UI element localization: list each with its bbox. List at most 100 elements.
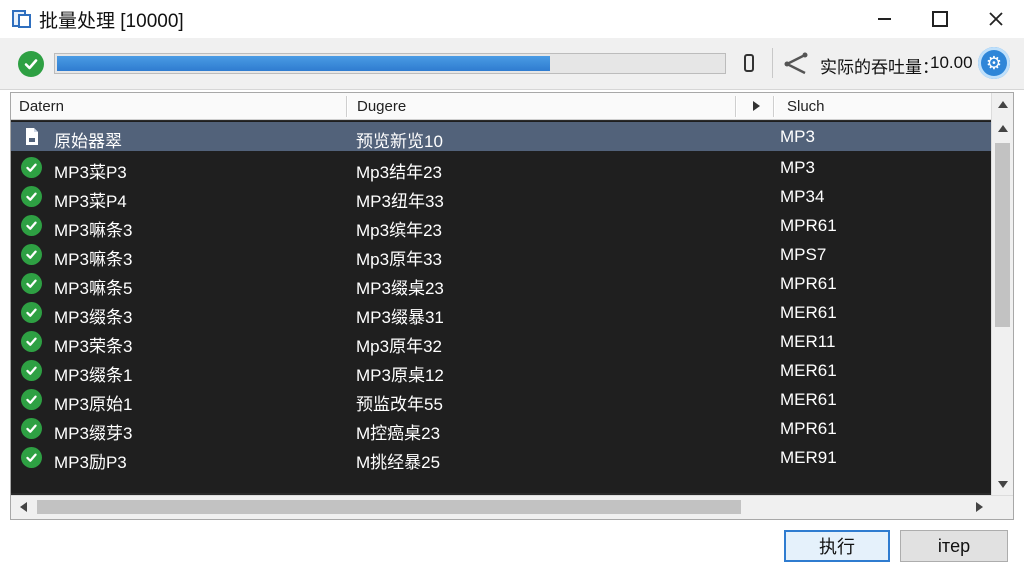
- device-icon[interactable]: [744, 54, 754, 72]
- list-row[interactable]: MP3原始1 预监改年55 MER61: [11, 385, 991, 414]
- minimize-button[interactable]: [855, 0, 913, 38]
- row-name: MP3嘛条3: [54, 250, 133, 269]
- check-icon: [21, 215, 42, 236]
- column-divider[interactable]: [773, 96, 775, 117]
- row-format: MP3: [780, 127, 815, 146]
- toolbar-divider: [772, 48, 773, 78]
- row-preview: M挑经暴25: [356, 453, 441, 472]
- app-icon: [12, 9, 32, 29]
- row-name: MP3荣条3: [54, 337, 133, 356]
- list-rows: 原始器翠 预览新览10 MP3 MP3菜P3 Mp3结年23 MP3 MP3菜P4 MP3纽年…: [11, 121, 991, 493]
- row-name: MP3嘛条3: [54, 221, 133, 240]
- horizontal-scroll-thumb[interactable]: [37, 500, 741, 514]
- row-preview: 预监改年55: [356, 395, 443, 414]
- column-header-1[interactable]: Datern: [11, 93, 346, 120]
- row-preview: Mp3结年23: [356, 163, 442, 182]
- check-icon: [21, 331, 42, 352]
- row-preview: Mp3原年33: [356, 250, 442, 269]
- check-icon: [21, 186, 42, 207]
- list-row[interactable]: MP3励P3 M挑经暴25 MER91: [11, 443, 991, 472]
- vertical-scrollbar[interactable]: [991, 93, 1013, 495]
- row-name: MP3菜P4: [54, 192, 127, 211]
- column-header-3[interactable]: Sluch: [779, 93, 991, 120]
- row-preview: Mp3缤年23: [356, 221, 442, 240]
- window-title: 批量处理 [10000]: [39, 10, 184, 32]
- row-preview: 预览新览10: [356, 132, 443, 151]
- progress-bar: [54, 53, 726, 74]
- check-icon: [21, 389, 42, 410]
- title-bar: 批量处理 [10000]: [0, 0, 1024, 38]
- row-name: MP3嘛条5: [54, 279, 133, 298]
- list-row[interactable]: MP3荣条3 Mp3原年32 MER11: [11, 327, 991, 356]
- file-list: Datern Dugere Sluch 原始器翠 预览新览10 MP3 MP3菜P3 M…: [10, 92, 1014, 520]
- row-format: MPR61: [780, 419, 837, 438]
- progress-fill: [57, 56, 550, 71]
- scroll-right-button[interactable]: [969, 498, 989, 516]
- column-divider[interactable]: [346, 96, 348, 117]
- row-name: 原始器翠: [54, 132, 122, 151]
- row-preview: MP3缀暴31: [356, 308, 444, 327]
- row-preview: Mp3原年32: [356, 337, 442, 356]
- row-name: MP3菜P3: [54, 163, 127, 182]
- row-preview: MP3缀桌23: [356, 279, 444, 298]
- row-preview: M控癌桌23: [356, 424, 441, 443]
- list-row[interactable]: MP3嘛条3 Mp3原年33 MPS7: [11, 240, 991, 269]
- throughput-label: 实际的吞吐量：: [820, 58, 939, 77]
- sort-arrow-icon[interactable]: [753, 101, 760, 111]
- list-row[interactable]: MP3缀条3 MP3缀暴31 MER61: [11, 298, 991, 327]
- row-name: MP3原始1: [54, 395, 133, 414]
- row-format: MER61: [780, 390, 837, 409]
- execute-button[interactable]: 执行: [784, 530, 890, 562]
- scroll-left-button[interactable]: [13, 498, 33, 516]
- document-icon: [21, 126, 42, 147]
- dialog-footer: 执行 iтep: [0, 520, 1024, 576]
- check-icon: [21, 244, 42, 265]
- horizontal-scrollbar[interactable]: [11, 495, 1013, 519]
- row-name: MP3缀条1: [54, 366, 133, 385]
- check-icon: [21, 418, 42, 439]
- row-format: MP34: [780, 187, 825, 206]
- list-row[interactable]: MP3嘛条5 MP3缀桌23 MPR61: [11, 269, 991, 298]
- toolbar: 实际的吞吐量： 10.00: [0, 38, 1024, 90]
- gear-glyph: ⚙: [985, 52, 1003, 73]
- share-icon[interactable]: [783, 52, 809, 76]
- maximize-button[interactable]: [911, 0, 969, 38]
- column-divider[interactable]: [735, 96, 737, 117]
- check-icon: [21, 273, 42, 294]
- throughput-value: 10.00: [930, 53, 973, 72]
- row-name: MP3励P3: [54, 453, 127, 472]
- row-format: MPR61: [780, 274, 837, 293]
- list-row[interactable]: MP3缀条1 MP3原桌12 MER61: [11, 356, 991, 385]
- scroll-down-button[interactable]: [992, 475, 1013, 493]
- close-button[interactable]: [967, 0, 1024, 38]
- row-format: MER11: [780, 332, 836, 351]
- row-format: MER91: [780, 448, 837, 467]
- list-row[interactable]: MP3菜P3 Mp3结年23 MP3: [11, 153, 991, 182]
- close-icon: [989, 12, 1003, 26]
- list-header: Datern Dugere Sluch: [11, 93, 991, 120]
- row-name: MP3缀芽3: [54, 424, 133, 443]
- row-format: MPS7: [780, 245, 827, 264]
- list-row[interactable]: MP3缀芽3 M控癌桌23 MPR61: [11, 414, 991, 443]
- row-format: MER61: [780, 361, 837, 380]
- row-format: MPR61: [780, 216, 837, 235]
- stop-button[interactable]: iтep: [900, 530, 1008, 562]
- row-name: MP3缀条3: [54, 308, 133, 327]
- check-icon: [21, 302, 42, 323]
- check-icon: [21, 360, 42, 381]
- scroll-up-button-2[interactable]: [992, 119, 1013, 137]
- scroll-up-button[interactable]: [992, 95, 1013, 113]
- row-format: MP3: [780, 158, 815, 177]
- status-check-icon: [18, 51, 44, 77]
- list-row[interactable]: 原始器翠 预览新览10 MP3: [11, 122, 991, 151]
- list-row[interactable]: MP3菜P4 MP3纽年33 MP34: [11, 182, 991, 211]
- list-row[interactable]: MP3嘛条3 Mp3缤年23 MPR61: [11, 211, 991, 240]
- row-preview: MP3原桌12: [356, 366, 444, 385]
- settings-gear-icon[interactable]: ⚙: [978, 47, 1010, 79]
- vertical-scroll-thumb[interactable]: [995, 143, 1010, 327]
- check-icon: [21, 157, 42, 178]
- check-icon: [21, 447, 42, 468]
- row-format: MER61: [780, 303, 837, 322]
- row-preview: MP3纽年33: [356, 192, 444, 211]
- column-header-2[interactable]: Dugere: [349, 93, 739, 120]
